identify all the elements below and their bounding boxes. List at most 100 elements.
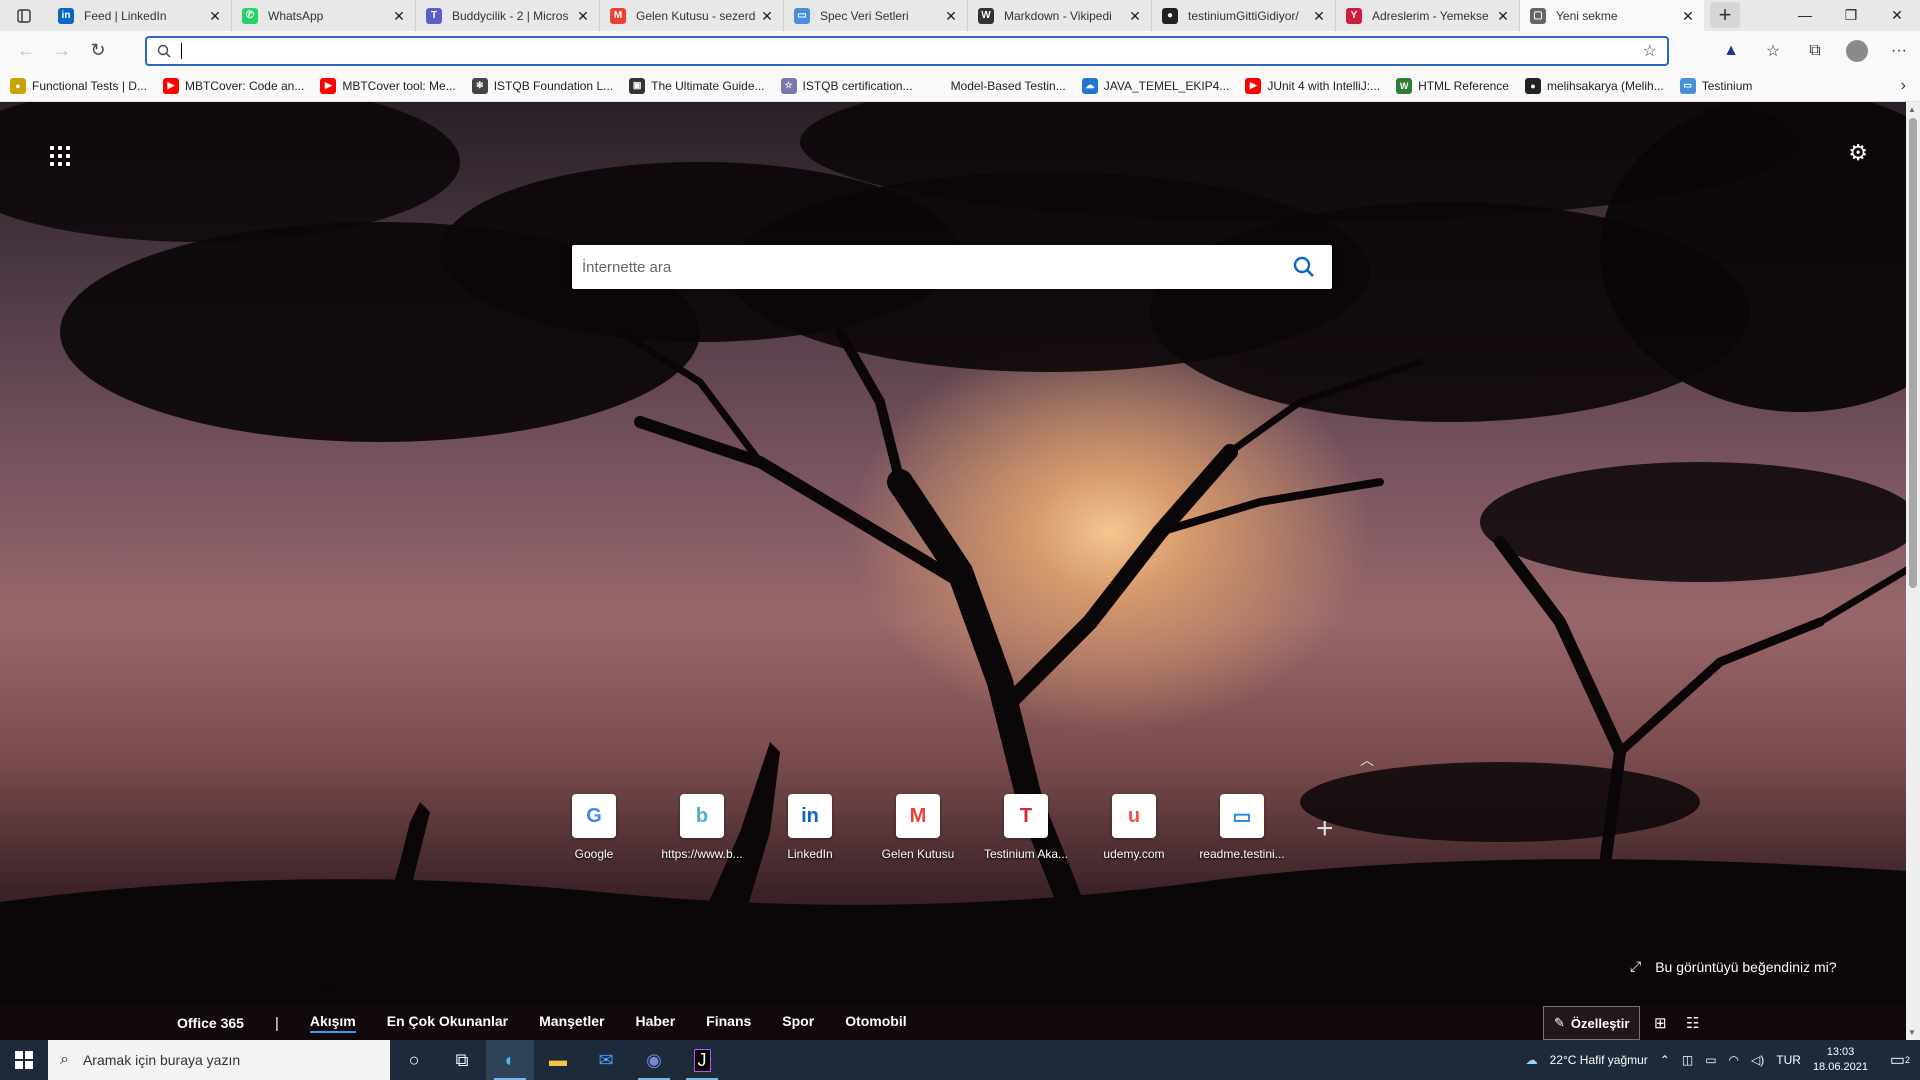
close-tab-icon[interactable]: ✕	[1495, 8, 1511, 24]
notification-icon[interactable]: ▭ 2	[1880, 1040, 1920, 1080]
scroll-down-icon[interactable]: ▼	[1908, 1028, 1916, 1037]
close-tab-icon[interactable]: ✕	[1127, 8, 1143, 24]
app-launcher-icon[interactable]	[50, 146, 70, 166]
taskbar-search[interactable]: ⌕ Aramak için buraya yazın	[48, 1040, 390, 1080]
tab-4[interactable]: ▭ Spec Veri Setleri ✕	[784, 0, 968, 31]
file-explorer-icon[interactable]: ▬	[534, 1040, 582, 1080]
quick-link-tile[interactable]: in LinkedIn	[756, 794, 864, 861]
bookmark-item[interactable]: W HTML Reference	[1396, 77, 1509, 94]
tab-7[interactable]: Y Adreslerim - Yemekse ✕	[1336, 0, 1520, 31]
meet-now-icon[interactable]: ◫	[1682, 1053, 1693, 1067]
favorites-icon[interactable]: ☆	[1752, 33, 1794, 69]
close-tab-icon[interactable]: ✕	[575, 8, 591, 24]
close-window-button[interactable]: ✕	[1874, 0, 1920, 30]
customize-button[interactable]: ✎ Özelleştir	[1543, 1006, 1641, 1040]
intellij-icon[interactable]: J	[678, 1040, 726, 1080]
search-icon: ⌕	[60, 1051, 69, 1068]
bookmark-item[interactable]: ● Functional Tests | D...	[10, 77, 147, 94]
weather-icon[interactable]: ☁	[1526, 1053, 1538, 1067]
gear-icon[interactable]: ⚙	[1848, 140, 1868, 166]
address-bar[interactable]: ☆	[145, 36, 1669, 66]
edge-browser-icon[interactable]: ◐	[486, 1040, 534, 1080]
cortana-icon[interactable]: ○	[390, 1040, 438, 1080]
search-input[interactable]	[582, 258, 1292, 276]
chevron-right-icon[interactable]: ›	[1901, 77, 1906, 95]
bookmark-item[interactable]: ▶ JUnit 4 with IntelliJ:...	[1245, 77, 1380, 94]
extension-icon[interactable]: ▲	[1710, 33, 1752, 69]
tab-actions-icon[interactable]	[0, 0, 48, 31]
chevron-up-icon[interactable]: ︿	[1360, 750, 1374, 770]
profile-avatar[interactable]	[1846, 39, 1868, 62]
back-button[interactable]: ←	[8, 33, 44, 69]
maximize-button[interactable]: ❐	[1828, 0, 1874, 30]
bookmark-item[interactable]: ☁ JAVA_TEMEL_EKIP4...	[1081, 77, 1229, 94]
close-tab-icon[interactable]: ✕	[1680, 8, 1696, 24]
bookmark-item[interactable]: ▶ MBTCover: Code an...	[162, 77, 304, 94]
quick-link-tile[interactable]: ▭ readme.testini...	[1188, 794, 1296, 861]
tab-0[interactable]: in Feed | LinkedIn ✕	[48, 0, 232, 31]
close-tab-icon[interactable]: ✕	[207, 8, 223, 24]
feed-tab[interactable]: Spor	[782, 1013, 814, 1033]
scroll-up-icon[interactable]: ▲	[1908, 105, 1916, 114]
linkedin-icon: in	[58, 7, 74, 24]
feed-tab[interactable]: Haber	[635, 1013, 675, 1033]
like-image-link[interactable]: ⤢ Bu görüntüyü beğendiniz mi?	[1630, 958, 1837, 975]
close-tab-icon[interactable]: ✕	[391, 8, 407, 24]
quick-link-tile[interactable]: b https://www.b...	[648, 794, 756, 861]
close-tab-icon[interactable]: ✕	[1311, 8, 1327, 24]
page-scrollbar[interactable]: ▲ ▼	[1906, 102, 1920, 1040]
language-indicator[interactable]: TUR	[1776, 1053, 1801, 1067]
feed-tab[interactable]: Akışım	[309, 1013, 356, 1033]
feed-tab[interactable]: En Çok Okunanlar	[387, 1013, 508, 1033]
search-icon[interactable]	[1292, 255, 1316, 279]
bookmark-item[interactable]: ✻ ISTQB Foundation L...	[471, 77, 613, 94]
forward-button[interactable]: →	[44, 33, 80, 69]
tab-5[interactable]: W Markdown - Vikipedi ✕	[968, 0, 1152, 31]
close-tab-icon[interactable]: ✕	[943, 8, 959, 24]
tab-3[interactable]: M Gelen Kutusu - sezerd ✕	[600, 0, 784, 31]
bookmark-label: MBTCover tool: Me...	[342, 78, 456, 93]
refresh-button[interactable]: ↻	[80, 33, 116, 69]
feed-tab[interactable]: Finans	[706, 1013, 751, 1033]
bookmark-item[interactable]: ● melihsakarya (Melih...	[1524, 77, 1664, 94]
task-view-icon[interactable]: ⧉	[438, 1040, 486, 1080]
tab-8[interactable]: ▢ Yeni sekme ✕	[1520, 0, 1704, 31]
add-quick-link-button[interactable]: +	[1316, 812, 1334, 846]
quick-link-tile[interactable]: u udemy.com	[1080, 794, 1188, 861]
bookmark-item[interactable]: ▭ Testinium	[1679, 77, 1752, 94]
list-view-icon[interactable]: ☷	[1686, 1014, 1699, 1032]
chevron-up-icon[interactable]: ⌃	[1660, 1053, 1670, 1067]
scroll-thumb[interactable]	[1909, 118, 1917, 588]
clock[interactable]: 13:03 18.06.2021	[1813, 1045, 1868, 1075]
bookmark-item[interactable]: Model-Based Testin...	[928, 77, 1066, 94]
windows-start-button[interactable]	[0, 1040, 48, 1080]
weather-text[interactable]: 22°C Hafif yağmur	[1550, 1053, 1648, 1067]
collections-icon[interactable]: ⧉	[1794, 33, 1836, 69]
bookmark-label: Model-Based Testin...	[950, 78, 1066, 93]
web-search-box[interactable]	[572, 245, 1332, 289]
settings-more-icon[interactable]: ···	[1878, 33, 1920, 69]
tab-6[interactable]: ● testiniumGittiGidiyor/ ✕	[1152, 0, 1336, 31]
mail-icon[interactable]: ✉	[582, 1040, 630, 1080]
grid-view-icon[interactable]: ⊞	[1654, 1014, 1667, 1032]
clock-time: 13:03	[1826, 1046, 1855, 1058]
volume-icon[interactable]: ◁)	[1751, 1053, 1764, 1067]
minimize-button[interactable]: —	[1782, 0, 1828, 30]
tab-1[interactable]: ✆ WhatsApp ✕	[232, 0, 416, 31]
quick-link-tile[interactable]: T Testinium Aka...	[972, 794, 1080, 861]
bookmark-item[interactable]: ▶ MBTCover tool: Me...	[320, 77, 456, 94]
feed-tab[interactable]: Manşetler	[539, 1013, 604, 1033]
feed-office365[interactable]: Office 365	[177, 1015, 244, 1031]
quick-link-tile[interactable]: G Google	[540, 794, 648, 861]
bookmark-item[interactable]: ▣ The Ultimate Guide...	[629, 77, 765, 94]
bookmark-item[interactable]: ☆ ISTQB certification...	[780, 77, 913, 94]
battery-icon[interactable]: ▭	[1705, 1053, 1716, 1067]
wifi-icon[interactable]: ◠	[1729, 1053, 1739, 1067]
new-tab-button[interactable]: +	[1710, 2, 1740, 28]
discord-icon[interactable]: ◉	[630, 1040, 678, 1080]
tab-2[interactable]: T Buddycilik - 2 | Micros ✕	[416, 0, 600, 31]
feed-tab[interactable]: Otomobil	[845, 1013, 906, 1033]
quick-link-tile[interactable]: M Gelen Kutusu	[864, 794, 972, 861]
close-tab-icon[interactable]: ✕	[759, 8, 775, 24]
add-favorite-icon[interactable]: ☆	[1643, 41, 1657, 61]
